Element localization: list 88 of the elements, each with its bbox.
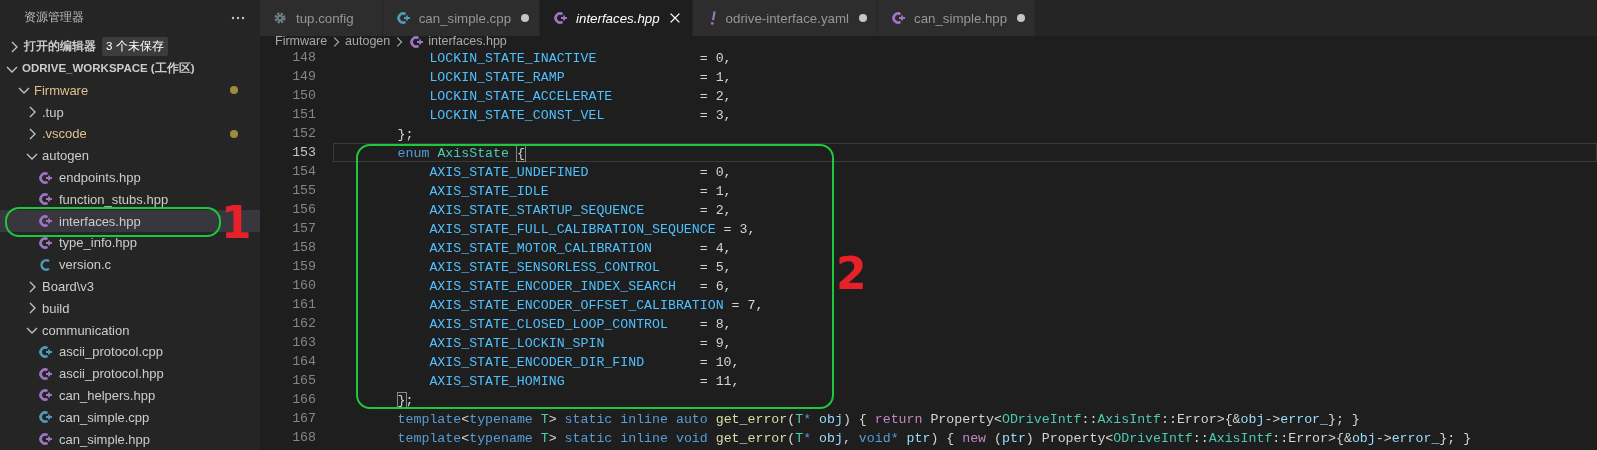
file-type-icon (37, 409, 53, 426)
folder-item[interactable]: build (0, 297, 260, 320)
code-line: LOCKIN_STATE_INACTIVE = 0, (428, 50, 733, 67)
line-number: 166 (291, 391, 316, 409)
line-number: 150 (291, 87, 316, 105)
line-number: 156 (291, 201, 316, 219)
file-type-icon (37, 169, 53, 186)
editor-tab[interactable]: can_simple.cpp (382, 0, 541, 36)
annotation-number: 2 (836, 252, 867, 296)
file-item[interactable]: can_simple.hpp (0, 428, 260, 450)
unsaved-badge: 3 个未保存 (102, 37, 168, 57)
breadcrumb-item[interactable]: interfaces.hpp (408, 33, 507, 50)
line-number: 158 (291, 239, 316, 257)
code-line: AXIS_STATE_HOMING = 11, (428, 373, 741, 390)
folder-item[interactable]: ODRIVE_WORKSPACE (工作区) (0, 57, 260, 80)
modified-dot (230, 86, 238, 95)
file-type-icon (408, 33, 425, 50)
code-line: AXIS_STATE_MOTOR_CALIBRATION = 4, (428, 240, 733, 257)
line-number: 168 (291, 429, 316, 447)
file-type-icon (37, 213, 53, 230)
code-line: }; (396, 392, 415, 409)
editor-tab[interactable]: odrive-interface.yaml (692, 0, 878, 36)
editor-tab[interactable]: tup.config (260, 0, 383, 36)
unsaved-dot (521, 14, 530, 22)
code-line: AXIS_STATE_FULL_CALIBRATION_SEQUENCE = 3, (428, 221, 757, 238)
folder-item[interactable]: .tup (0, 101, 260, 124)
file-type-icon (37, 191, 53, 208)
file-type-icon (37, 387, 53, 404)
folder-item[interactable]: Firmware (0, 79, 260, 102)
code-line: LOCKIN_STATE_ACCELERATE = 2, (428, 88, 733, 105)
code-line: LOCKIN_STATE_RAMP = 1, (428, 69, 733, 86)
line-number: 165 (291, 372, 316, 390)
code-line: template<typename T> static inline void get_error(T* obj, void* ptr) { new (ptr) Property<ODriveIntf::AxisIntf::Error>{&obj->error_}; } (396, 430, 1473, 447)
code-line: AXIS_STATE_LOCKIN_SPIN = 9, (428, 335, 733, 352)
exclamation-icon (709, 11, 716, 25)
file-item[interactable]: ascii_protocol.hpp (0, 362, 260, 385)
open-editors-header[interactable]: 打开的编辑器 3 个未保存 (0, 35, 260, 58)
file-type-icon (394, 10, 411, 26)
file-type-icon (552, 10, 569, 26)
line-number: 163 (291, 334, 316, 352)
unsaved-dot (859, 14, 867, 22)
line-number: 162 (291, 315, 316, 333)
explorer-title: 资源管理器 (24, 10, 84, 26)
line-number: 159 (291, 258, 316, 276)
code-line: }; (396, 126, 415, 143)
code-line: AXIS_STATE_ENCODER_OFFSET_CALIBRATION = 7, (428, 297, 765, 314)
code-line: AXIS_STATE_IDLE = 1, (428, 183, 733, 200)
file-item[interactable]: ascii_protocol.cpp (0, 341, 260, 363)
file-item[interactable]: endpoints.hpp (0, 166, 260, 189)
file-type-icon (37, 343, 53, 360)
file-item[interactable]: can_helpers.hpp (0, 384, 260, 407)
gear-icon (272, 10, 288, 26)
file-type-icon (890, 10, 906, 26)
line-number: 164 (291, 353, 316, 371)
code-line: AXIS_STATE_STARTUP_SEQUENCE = 2, (428, 202, 733, 219)
folder-item[interactable]: autogen (0, 144, 260, 167)
line-number: 148 (291, 49, 316, 67)
line-number: 155 (291, 182, 316, 200)
code-line: AXIS_STATE_SENSORLESS_CONTROL = 5, (428, 259, 733, 276)
folder-item[interactable]: .vscode (0, 123, 260, 145)
breadcrumb-item[interactable]: autogen (345, 35, 391, 48)
code-line: AXIS_STATE_ENCODER_DIR_FIND = 10, (428, 354, 741, 371)
file-type-icon (37, 431, 53, 448)
line-number: 161 (291, 296, 316, 314)
code-line: AXIS_STATE_UNDEFINED = 0, (428, 164, 733, 181)
folder-item[interactable]: communication (0, 319, 260, 341)
line-number: 160 (291, 277, 316, 295)
file-type-icon (37, 234, 53, 251)
breadcrumb-item[interactable]: Firmware (275, 35, 328, 48)
editor-tab[interactable]: interfaces.hpp (540, 0, 693, 36)
code-line: AXIS_STATE_ENCODER_INDEX_SEARCH = 6, (428, 278, 733, 295)
folder-item[interactable]: Board\v3 (0, 275, 260, 298)
code-line: LOCKIN_STATE_CONST_VEL = 3, (428, 107, 733, 124)
unsaved-dot (1017, 14, 1026, 22)
file-type-icon (37, 365, 53, 382)
code-line: AXIS_STATE_CLOSED_LOOP_CONTROL = 8, (428, 316, 733, 333)
line-number: 153 (291, 144, 316, 162)
file-item[interactable]: version.c (0, 253, 260, 276)
file-item[interactable]: can_simple.cpp (0, 406, 260, 429)
code-line: template<typename T> static inline auto get_error(T* obj) { return Property<ODriveIntf::AxisIntf::Error>{&obj->error_}; } (396, 411, 1361, 428)
line-number: 154 (291, 163, 316, 181)
line-number: 151 (291, 106, 316, 124)
line-number: 149 (291, 68, 316, 86)
modified-dot (230, 129, 238, 138)
line-number: 167 (291, 410, 316, 428)
editor-tab[interactable]: can_simple.hpp (878, 0, 1037, 36)
line-number: 152 (291, 125, 316, 143)
line-number: 157 (291, 220, 316, 238)
